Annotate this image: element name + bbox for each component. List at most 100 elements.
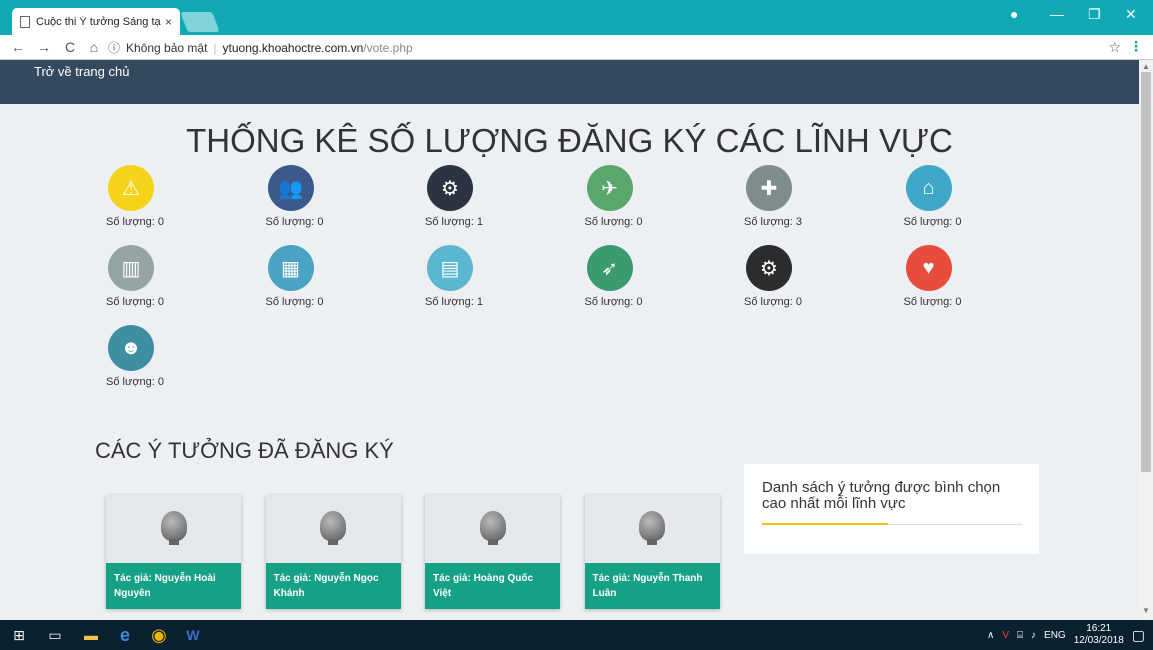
panel-title: Danh sách ý tưởng được bình chọn cao nhấ…: [762, 479, 1001, 512]
info-icon[interactable]: ⓘ: [108, 39, 120, 56]
edge-browser-icon[interactable]: e: [110, 620, 140, 650]
lightbulb-icon: [479, 511, 506, 545]
separator: |: [213, 40, 217, 55]
scroll-down-icon[interactable]: ▼: [1142, 606, 1150, 615]
clock[interactable]: 16:21 12/03/2018: [1074, 623, 1124, 647]
warning-sign-icon: ⚠: [108, 165, 154, 211]
category-item[interactable]: 👥 Số lượng: 0: [266, 165, 386, 245]
page-title: THỐNG KÊ SỐ LƯỢNG ĐĂNG KÝ CÁC LĨNH VỰC: [186, 122, 953, 159]
antivirus-icon[interactable]: V: [1002, 630, 1009, 641]
scrollbar-thumb[interactable]: [1141, 72, 1151, 472]
task-view-icon[interactable]: ▭: [40, 620, 70, 650]
page-content: Trở về trang chủ THỐNG KÊ SỐ LƯỢNG ĐĂNG …: [0, 60, 1139, 620]
category-item[interactable]: ✚ Số lượng: 3: [744, 165, 864, 245]
windows-start-icon[interactable]: ⊞: [4, 620, 34, 650]
category-item[interactable]: ☻ Số lượng: 0: [106, 325, 226, 405]
category-item[interactable]: ⌂ Số lượng: 0: [904, 165, 1024, 245]
category-count: Số lượng: 1: [425, 296, 483, 308]
idea-author: Tác giả: Nguyễn Hoài Nguyên: [106, 563, 241, 609]
security-label: Không bảo mật: [126, 40, 208, 55]
top-nav: Trở về trang chủ: [0, 60, 1139, 104]
idea-card-image: [425, 495, 560, 557]
idea-card[interactable]: Tác giả: Nguyễn Hoài Nguyên: [106, 495, 241, 609]
category-count: Số lượng: 0: [106, 296, 164, 308]
url-path: /vote.php: [363, 40, 413, 55]
gears-icon: ⚙: [746, 245, 792, 291]
notification-icon[interactable]: ▢: [1132, 627, 1145, 644]
close-window-button[interactable]: ✕: [1125, 6, 1137, 26]
windows-taskbar: ⊞ ▭ ▬ e ◉ W ∧ V ⌸ ♪ ENG 16:21 12/03/2018…: [0, 620, 1153, 650]
file-explorer-icon[interactable]: ▬: [76, 620, 106, 650]
browser-tab[interactable]: Cuộc thi Ý tưởng Sáng tạ ×: [12, 8, 180, 35]
url-input[interactable]: ⓘ Không bảo mật | ytuong.khoahoctre.com.…: [108, 38, 1128, 57]
idea-card-image: [266, 495, 401, 557]
category-item[interactable]: ➶ Số lượng: 0: [585, 245, 705, 325]
language-indicator[interactable]: ENG: [1044, 630, 1066, 641]
idea-man-icon: ☻: [108, 325, 154, 371]
address-bar-row: ← → C ⌂ ⓘ Không bảo mật | ytuong.khoahoc…: [0, 35, 1153, 60]
category-item[interactable]: ⚠ Số lượng: 0: [106, 165, 226, 245]
word-icon[interactable]: W: [178, 620, 208, 650]
category-count: Số lượng: 1: [425, 216, 483, 228]
document-icon: [20, 15, 30, 28]
category-count: Số lượng: 3: [744, 216, 802, 228]
tab-close-icon[interactable]: ×: [165, 15, 172, 29]
category-count: Số lượng: 0: [903, 296, 962, 308]
url-host: ytuong.khoahoctre.com.vn: [222, 40, 364, 55]
panel-accent-bar: [762, 523, 888, 525]
category-count: Số lượng: 0: [584, 296, 643, 308]
forward-button[interactable]: →: [34, 39, 54, 55]
category-count: Số lượng: 0: [903, 216, 962, 228]
lightbulb-icon: [639, 511, 665, 545]
category-item[interactable]: ▦ Số lượng: 0: [266, 245, 386, 325]
idea-author: Tác giả: Hoàng Quốc Việt: [425, 563, 560, 609]
idea-card[interactable]: Tác giả: Nguyễn Ngọc Khánh: [265, 495, 401, 609]
tray-up-arrow-icon[interactable]: ∧: [987, 630, 994, 641]
tab-title: Cuộc thi Ý tưởng Sáng tạ: [36, 15, 161, 28]
account-icon[interactable]: ●: [1010, 6, 1018, 26]
traffic-icon: ✚: [746, 165, 792, 211]
house-flood-icon: ⌂: [905, 165, 952, 211]
buildings-icon: ▤: [427, 245, 473, 291]
section-title: CÁC Ý TƯỞNG ĐÃ ĐĂNG KÝ: [95, 438, 394, 463]
home-link[interactable]: Trở về trang chủ: [34, 64, 129, 79]
clock-time: 16:21: [1086, 623, 1112, 634]
category-item[interactable]: ✈ Số lượng: 0: [585, 165, 705, 245]
brain-gear-icon: ⚙: [427, 165, 473, 211]
system-tray: ∧ V ⌸ ♪ ENG 16:21 12/03/2018 ▢: [987, 620, 1145, 650]
idea-card-image: [585, 495, 720, 557]
category-count: Số lượng: 0: [106, 376, 164, 388]
scroll-up-icon[interactable]: ▲: [1142, 62, 1150, 71]
idea-card[interactable]: Tác giả: Hoàng Quốc Việt: [425, 495, 560, 609]
category-count: Số lượng: 0: [744, 296, 802, 308]
lightbulb-icon: [160, 511, 187, 545]
category-count: Số lượng: 0: [265, 296, 324, 308]
category-item[interactable]: ▤ Số lượng: 1: [425, 245, 545, 325]
bookmark-star-icon[interactable]: ☆: [1108, 39, 1121, 56]
category-item[interactable]: ⚙ Số lượng: 1: [425, 165, 545, 245]
minimize-button[interactable]: —: [1050, 6, 1064, 26]
rocket-man-icon: ➶: [586, 245, 633, 291]
idea-card[interactable]: Tác giả: Nguyễn Thanh Luân: [584, 495, 720, 609]
category-count: Số lượng: 0: [265, 216, 324, 228]
category-item[interactable]: ⚙ Số lượng: 0: [744, 245, 864, 325]
chrome-icon[interactable]: ◉: [144, 620, 174, 650]
network-icon[interactable]: ⌸: [1017, 630, 1023, 641]
browser-tab-bar: Cuộc thi Ý tưởng Sáng tạ × ● — ❐ ✕: [0, 0, 1153, 35]
heart-hands-icon: ♥: [905, 245, 952, 291]
businessman-icon: ✈: [586, 165, 633, 211]
category-count: Số lượng: 0: [106, 216, 164, 228]
idea-author: Tác giả: Nguyễn Ngọc Khánh: [265, 563, 401, 609]
restore-button[interactable]: ❐: [1088, 6, 1101, 26]
home-button[interactable]: ⌂: [84, 39, 104, 55]
category-count: Số lượng: 0: [584, 216, 643, 228]
category-item[interactable]: ▥ Số lượng: 0: [106, 245, 226, 325]
new-tab-button[interactable]: [180, 12, 220, 32]
reload-button[interactable]: C: [60, 39, 80, 55]
back-button[interactable]: ←: [8, 39, 28, 55]
page-scrollbar[interactable]: ▲ ▼: [1139, 60, 1153, 620]
category-item[interactable]: ♥ Số lượng: 0: [904, 245, 1024, 325]
volume-icon[interactable]: ♪: [1031, 630, 1036, 641]
browser-menu-icon[interactable]: ⋮: [1129, 38, 1143, 55]
people-icon: 👥: [267, 165, 314, 211]
